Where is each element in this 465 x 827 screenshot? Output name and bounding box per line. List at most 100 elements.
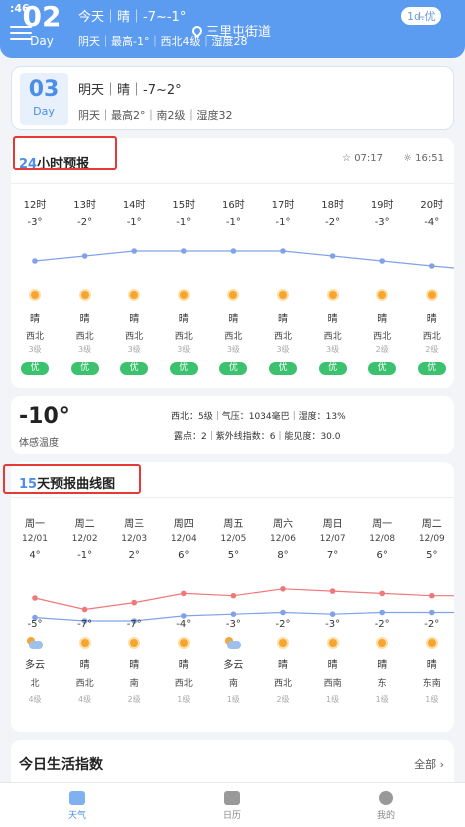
day-weekday: 周五 [223, 519, 244, 530]
cloudy-icon [26, 636, 44, 650]
hour-wind: 西北 [273, 332, 292, 342]
day-wind: 南 [228, 679, 238, 689]
day-column[interactable]: 周五 12/05 5° -3° 多云南 1级 [213, 515, 253, 705]
day-low: -4° [176, 619, 192, 630]
hour-aqi-badge: 优 [70, 362, 99, 375]
divider [11, 183, 454, 184]
tab-weather[interactable]: 天气 [47, 791, 107, 821]
sun-icon [226, 288, 240, 302]
hour-wind-level: 3级 [226, 345, 240, 354]
hour-wind-level: 2级 [425, 345, 439, 354]
profile-icon [379, 791, 393, 805]
day-column[interactable]: 周一 12/08 6° -2° 晴东 1级 [362, 515, 402, 705]
day-date: 12/06 [270, 534, 296, 544]
day-date: 12/09 [418, 534, 445, 544]
hour-aqi-badge: 优 [318, 362, 347, 375]
hour-condition: 晴 [327, 314, 338, 325]
hour-wind-level: 3级 [276, 345, 290, 354]
hour-wind-level: 3级 [177, 345, 191, 354]
hour-wind-level: 3级 [78, 345, 92, 354]
hour-condition: 晴 [79, 314, 90, 325]
day-high: 6° [376, 550, 388, 561]
sun-icon [425, 636, 439, 650]
hour-condition: 晴 [129, 314, 140, 325]
day-low: -7° [77, 619, 93, 630]
sun-icon [127, 288, 141, 302]
tab-calendar-label: 日历 [222, 811, 241, 821]
hour-column: 16时 -1° 晴西北 3级优 [213, 196, 253, 375]
day-wind: 西北 [75, 679, 94, 689]
day-column[interactable]: 周一 12/01 4° -5° 多云北 4级 [15, 515, 55, 705]
calendar-icon [224, 791, 240, 805]
life-index-all-link[interactable]: 全部 › [414, 756, 444, 772]
day-date: 12/01 [22, 534, 48, 544]
day-weekday: 周日 [322, 519, 343, 530]
day-high: 2° [128, 550, 140, 561]
day-column[interactable]: 周二 12/02 -1° -7° 晴西北 4级 [65, 515, 105, 705]
tab-profile[interactable]: 我的 [356, 791, 416, 821]
feels-like-caption: 体感温度 [19, 438, 59, 449]
day-low: -5° [27, 619, 43, 630]
cloudy-icon [224, 636, 242, 650]
feels-like-temp: -10° [19, 404, 70, 429]
day-low: -3° [225, 619, 241, 630]
hour-condition: 晴 [228, 314, 239, 325]
hour-column: 12时 -3° 晴西北 3级优 [15, 196, 55, 375]
today-header[interactable]: :46 02 Day 今天｜晴｜-7~-1° 三里屯街道 阴天｜最高-1°｜西北… [0, 0, 465, 58]
hour-wind-level: 3级 [28, 345, 42, 354]
sunrise-time: 07:17 [354, 153, 384, 164]
sun-icon [375, 288, 389, 302]
day-column[interactable]: 周六 12/06 8° -2° 晴西北 2级 [263, 515, 303, 705]
hour-aqi-badge: 优 [269, 362, 297, 375]
hour-temp: -1° [225, 217, 241, 228]
hour-time: 12时 [23, 200, 47, 211]
sun-icon [177, 288, 191, 302]
hour-temp: -1° [275, 217, 291, 228]
day-wind: 北 [30, 679, 40, 689]
day-condition: 晴 [129, 660, 140, 671]
day-low: -2° [275, 619, 291, 630]
fifteen-day-card: 15天预报曲线图 周一 12/01 4° -5° 多云北 4级 周二 12/02 -1° -7° 晴… [3, 462, 454, 732]
day-weekday: 周六 [273, 519, 293, 530]
sun-icon [276, 636, 290, 650]
day-high: 6° [178, 550, 190, 561]
sunset-time: 16:51 [415, 153, 444, 164]
day-wind: 西北 [273, 679, 292, 689]
tab-calendar[interactable]: 日历 [202, 791, 262, 821]
today-day-label: Day [30, 34, 54, 48]
hour-condition: 晴 [30, 314, 40, 325]
sunrise: ☆ 07:17 [342, 153, 383, 164]
day-column[interactable]: 周三 12/03 2° -7° 晴南 2级 [114, 515, 154, 705]
day-high: -1° [77, 550, 93, 561]
day-high: 7° [326, 550, 339, 561]
hour-wind: 西北 [373, 332, 392, 342]
hour-time: 17时 [271, 200, 295, 211]
sunset: ☼ 16:51 [403, 153, 444, 164]
hour-wind: 西北 [422, 332, 441, 342]
day-weekday: 周二 [421, 519, 442, 530]
hour-temp: -3° [27, 217, 43, 228]
day-column[interactable]: 周日 12/07 7° -3° 晴西南 1级 [313, 515, 353, 705]
hour-wind: 西北 [323, 332, 342, 342]
day-column[interactable]: 周二 12/09 5° -2° 晴东南 1级 [412, 515, 452, 705]
day-column[interactable]: 周四 12/04 6° -4° 晴西北 1级 [164, 515, 204, 705]
highlight-box [13, 136, 117, 170]
hour-condition: 晴 [278, 314, 288, 325]
sun-icon [127, 636, 141, 650]
day-condition: 多云 [223, 660, 244, 671]
hour-wind-level: 3级 [127, 345, 141, 354]
hour-temp: -3° [374, 217, 390, 228]
highlight-box [3, 464, 141, 494]
aqi-badge[interactable]: 1d.̶优 [401, 7, 442, 25]
hour-time: 19时 [370, 200, 394, 211]
hour-temp: -1° [176, 217, 192, 228]
day-low: -2° [424, 619, 440, 630]
day-wind: 西南 [323, 679, 342, 689]
day-condition: 多云 [25, 660, 45, 671]
hour-wind: 西北 [25, 332, 44, 342]
day-weekday: 周四 [173, 519, 194, 530]
hour-column: 14时 -1° 晴西北 3级优 [114, 196, 154, 375]
hour-column: 20时 -4° 晴西北 2级优 [412, 196, 452, 375]
tomorrow-card[interactable]: 03 Day 明天｜晴｜-7~2° 阴天｜最高2°｜南2级｜湿度32 [11, 66, 454, 130]
day-condition: 晴 [178, 660, 189, 671]
